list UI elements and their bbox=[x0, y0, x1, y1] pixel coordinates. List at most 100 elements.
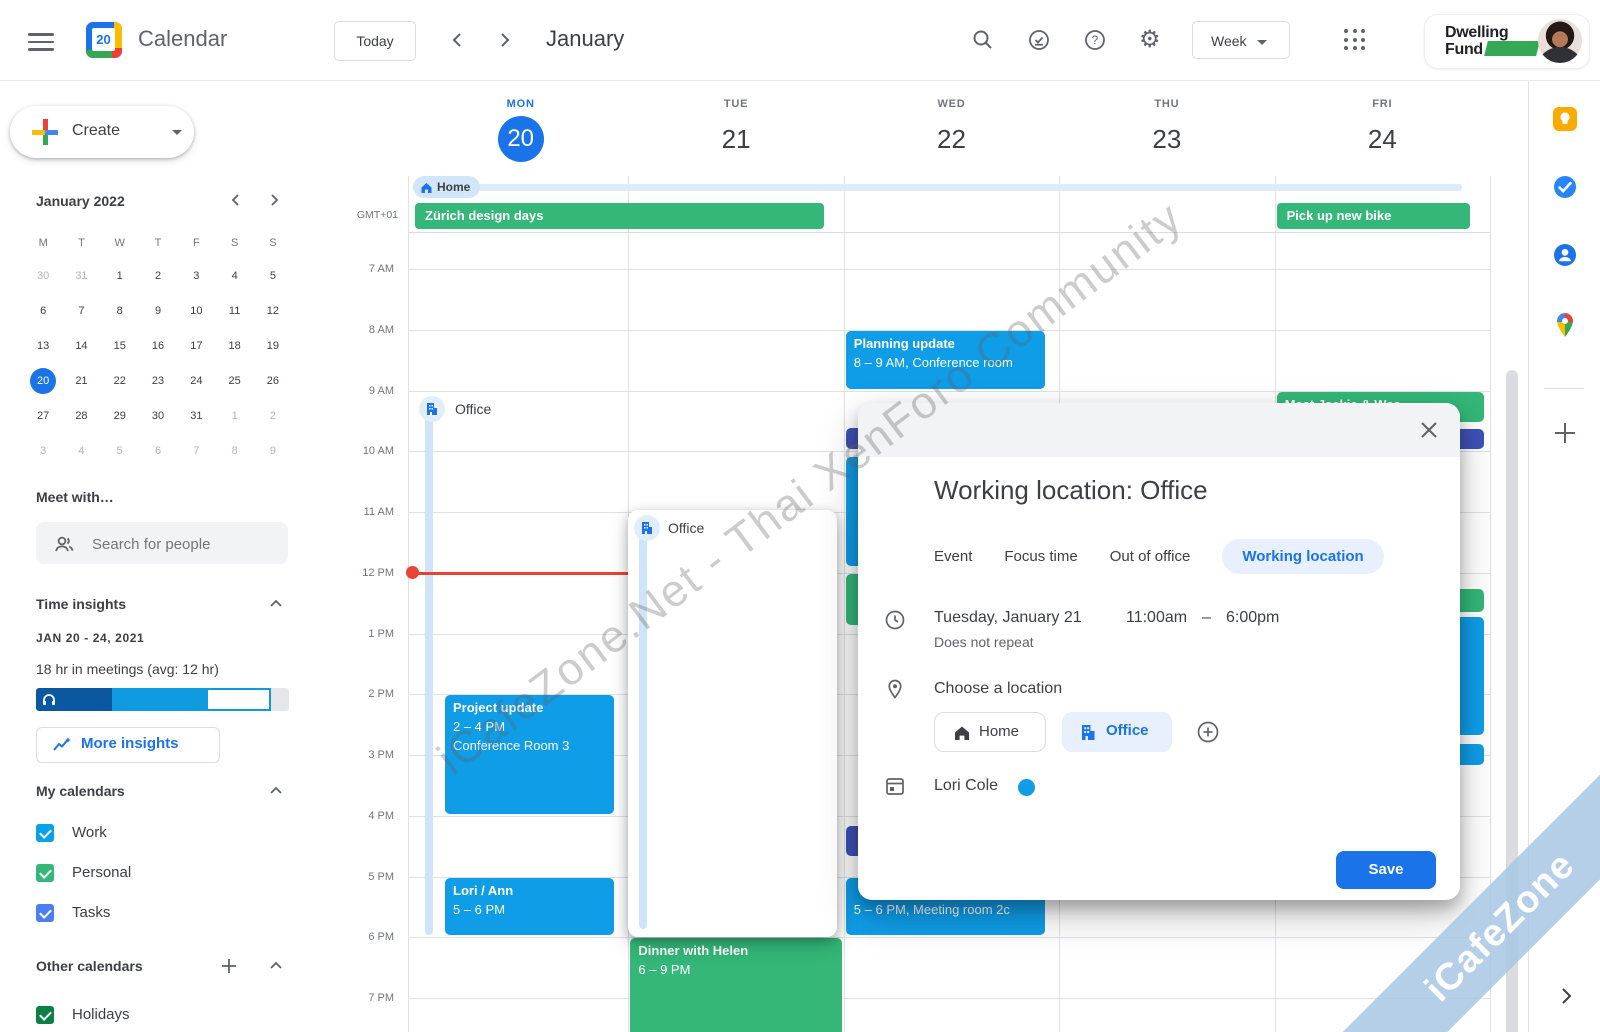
owner-name[interactable]: Lori Cole bbox=[934, 777, 998, 795]
mini-day[interactable]: 7 bbox=[62, 293, 100, 328]
mini-day[interactable]: 3 bbox=[177, 258, 215, 293]
mini-day[interactable]: 11 bbox=[215, 293, 253, 328]
contacts-icon[interactable] bbox=[1552, 242, 1578, 268]
maps-icon[interactable] bbox=[1552, 312, 1578, 338]
mini-day[interactable]: 8 bbox=[215, 433, 253, 468]
tab-out-of-office[interactable]: Out of office bbox=[1110, 548, 1191, 565]
calendar-checkbox[interactable] bbox=[36, 904, 54, 922]
event[interactable]: Dinner with Helen6 – 9 PM bbox=[630, 938, 841, 1032]
mini-prev-icon[interactable] bbox=[226, 190, 250, 214]
mini-day[interactable]: 30 bbox=[139, 398, 177, 433]
mini-day[interactable]: 14 bbox=[62, 328, 100, 363]
create-button[interactable]: Create bbox=[10, 106, 194, 158]
mini-day[interactable]: 25 bbox=[215, 363, 253, 398]
avatar[interactable] bbox=[1538, 19, 1582, 63]
mini-day[interactable]: 9 bbox=[139, 293, 177, 328]
mini-day[interactable]: 2 bbox=[254, 398, 292, 433]
mini-day[interactable]: 4 bbox=[62, 433, 100, 468]
mini-day[interactable]: 26 bbox=[254, 363, 292, 398]
tab-working-location[interactable]: Working location bbox=[1222, 539, 1383, 574]
mini-day[interactable]: 29 bbox=[101, 398, 139, 433]
support-check-icon[interactable] bbox=[1027, 28, 1051, 52]
save-button[interactable]: Save bbox=[1336, 851, 1436, 889]
mini-day[interactable]: 10 bbox=[177, 293, 215, 328]
day-number[interactable]: 21 bbox=[696, 116, 776, 162]
calendar-checkbox[interactable] bbox=[36, 1006, 54, 1024]
mini-day[interactable]: 30 bbox=[24, 258, 62, 293]
day-number[interactable]: 23 bbox=[1127, 116, 1207, 162]
event[interactable]: Project update2 – 4 PMConference Room 3 bbox=[445, 695, 614, 814]
calendar-logo-icon[interactable]: 20 bbox=[86, 22, 122, 58]
event[interactable]: Planning update8 – 9 AM, Conference room bbox=[846, 331, 1045, 389]
mini-day[interactable]: 31 bbox=[177, 398, 215, 433]
add-calendar-icon[interactable] bbox=[219, 956, 239, 976]
working-location-preview-panel[interactable]: Office bbox=[628, 510, 837, 937]
mini-day[interactable]: 22 bbox=[101, 363, 139, 398]
mini-day[interactable]: 9 bbox=[254, 433, 292, 468]
tasks-icon[interactable] bbox=[1552, 174, 1578, 200]
collapse-insights-icon[interactable] bbox=[268, 596, 284, 612]
mini-day[interactable]: 20 bbox=[24, 363, 62, 398]
tab-focus-time[interactable]: Focus time bbox=[1004, 548, 1077, 565]
mini-day[interactable]: 13 bbox=[24, 328, 62, 363]
mini-day[interactable]: 2 bbox=[139, 258, 177, 293]
day-number[interactable]: 22 bbox=[912, 116, 992, 162]
day-number[interactable]: 20 bbox=[498, 116, 544, 162]
google-apps-icon[interactable] bbox=[1344, 29, 1366, 51]
more-insights-button[interactable]: More insights bbox=[36, 727, 220, 763]
mini-day[interactable]: 1 bbox=[215, 398, 253, 433]
mini-day[interactable]: 5 bbox=[254, 258, 292, 293]
mini-day[interactable]: 5 bbox=[101, 433, 139, 468]
mini-day[interactable]: 6 bbox=[24, 293, 62, 328]
calendar-row[interactable]: Work bbox=[36, 824, 296, 850]
mini-day[interactable]: 24 bbox=[177, 363, 215, 398]
main-menu-icon[interactable] bbox=[26, 28, 56, 52]
allday-event[interactable]: Pick up new bike bbox=[1277, 203, 1470, 229]
today-button[interactable]: Today bbox=[334, 21, 416, 61]
collapse-other-calendars-icon[interactable] bbox=[268, 958, 284, 974]
get-addons-icon[interactable] bbox=[1552, 420, 1578, 446]
show-side-panel-icon[interactable] bbox=[1555, 985, 1581, 1011]
mini-next-icon[interactable] bbox=[264, 190, 288, 214]
add-location-icon[interactable] bbox=[1196, 720, 1220, 744]
owner-calendar-color-dot[interactable] bbox=[1018, 779, 1035, 796]
search-icon[interactable] bbox=[971, 28, 995, 52]
mini-day[interactable]: 23 bbox=[139, 363, 177, 398]
collapse-my-calendars-icon[interactable] bbox=[268, 783, 284, 799]
mini-day[interactable]: 17 bbox=[177, 328, 215, 363]
mini-day[interactable]: 1 bbox=[101, 258, 139, 293]
office-location-button[interactable]: Office bbox=[1062, 712, 1172, 752]
dialog-date[interactable]: Tuesday, January 21 bbox=[934, 609, 1082, 627]
close-icon[interactable] bbox=[1416, 417, 1442, 443]
view-selector-dropdown[interactable]: Week bbox=[1192, 21, 1290, 59]
mini-day[interactable]: 31 bbox=[62, 258, 100, 293]
dialog-end-time[interactable]: 6:00pm bbox=[1226, 609, 1279, 627]
day-number[interactable]: 24 bbox=[1342, 116, 1422, 162]
mini-day[interactable]: 12 bbox=[254, 293, 292, 328]
home-location-chip[interactable]: Home bbox=[413, 176, 480, 198]
mini-day[interactable]: 8 bbox=[101, 293, 139, 328]
vertical-scrollbar[interactable] bbox=[1506, 370, 1518, 1032]
mini-day[interactable]: 27 bbox=[24, 398, 62, 433]
event[interactable]: Lori / Ann5 – 6 PM bbox=[445, 878, 614, 936]
prev-week-icon[interactable] bbox=[446, 28, 470, 52]
search-people-box[interactable] bbox=[36, 522, 288, 564]
mini-day[interactable]: 4 bbox=[215, 258, 253, 293]
mini-day[interactable]: 18 bbox=[215, 328, 253, 363]
mini-day[interactable]: 3 bbox=[24, 433, 62, 468]
mini-day[interactable]: 19 bbox=[254, 328, 292, 363]
mini-day[interactable]: 15 bbox=[101, 328, 139, 363]
calendar-row[interactable]: Tasks bbox=[36, 904, 296, 930]
mini-day[interactable]: 16 bbox=[139, 328, 177, 363]
office-building-icon[interactable] bbox=[419, 396, 445, 422]
calendar-row[interactable]: Holidays bbox=[36, 1006, 296, 1032]
account-card[interactable]: Dwelling Fund bbox=[1424, 14, 1590, 69]
help-icon[interactable]: ? bbox=[1083, 28, 1107, 52]
calendar-checkbox[interactable] bbox=[36, 824, 54, 842]
tab-event[interactable]: Event bbox=[934, 548, 972, 565]
dialog-repeat[interactable]: Does not repeat bbox=[934, 634, 1034, 650]
home-location-button[interactable]: Home bbox=[934, 712, 1046, 752]
calendar-checkbox[interactable] bbox=[36, 864, 54, 882]
mini-day[interactable]: 28 bbox=[62, 398, 100, 433]
calendar-row[interactable]: Personal bbox=[36, 864, 296, 890]
